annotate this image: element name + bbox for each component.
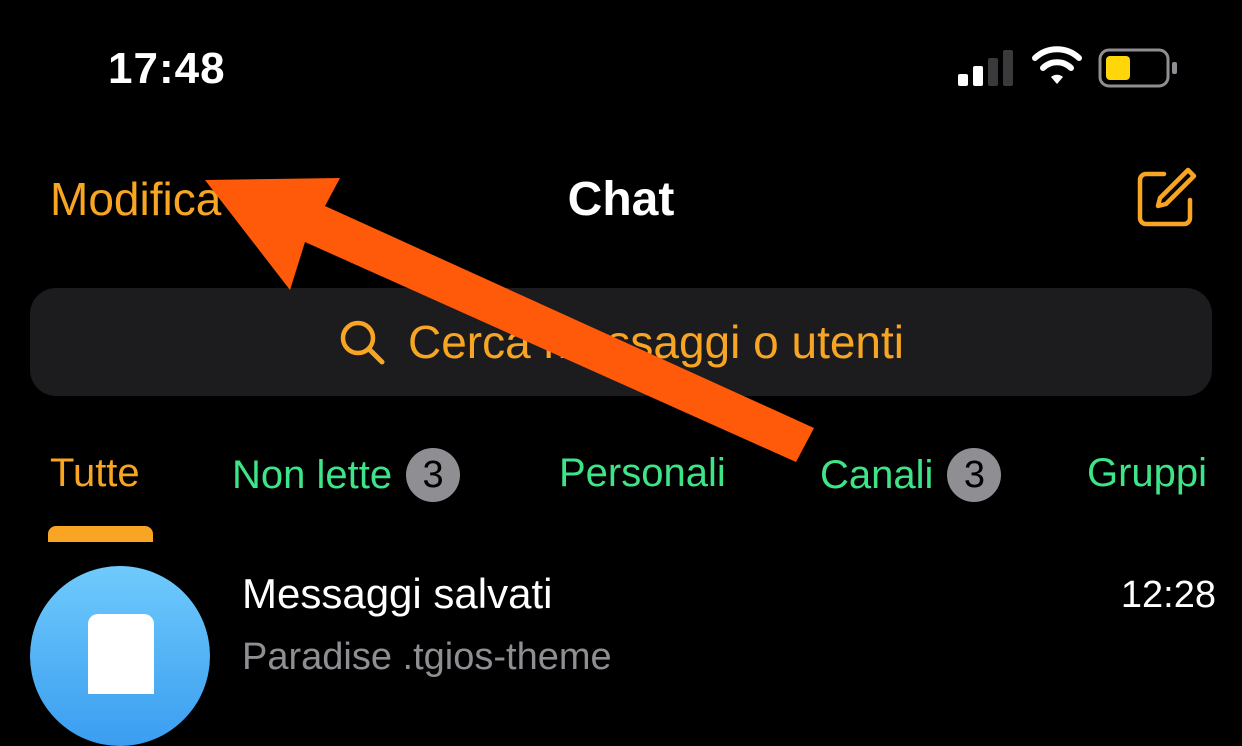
tab-personal[interactable]: Personali <box>559 448 726 498</box>
cellular-signal-icon <box>958 50 1013 86</box>
tab-channels[interactable]: Canali 3 <box>820 448 1002 502</box>
bookmark-icon <box>88 614 154 694</box>
tab-label: Canali <box>820 453 934 497</box>
chat-preview: Paradise .tgios-theme <box>242 636 612 678</box>
tab-label: Gruppi <box>1087 451 1208 495</box>
chat-name: Messaggi salvati <box>242 570 553 617</box>
search-icon <box>340 320 385 365</box>
unread-count-badge: 3 <box>947 448 1002 502</box>
status-time: 17:48 <box>108 44 226 93</box>
chat-time: 12:28 <box>1120 574 1216 616</box>
tab-groups[interactable]: Gruppi <box>1087 448 1207 498</box>
tab-label: Tutte <box>50 451 140 495</box>
page-title: Chat <box>567 173 675 226</box>
battery-icon <box>1098 48 1177 88</box>
tab-label: Non lette <box>232 453 393 497</box>
search-bar[interactable]: Cerca messaggi o utenti <box>30 288 1212 396</box>
tab-label: Personali <box>559 451 726 495</box>
wifi-icon <box>1032 46 1082 84</box>
search-placeholder: Cerca messaggi o utenti <box>407 316 905 368</box>
active-tab-indicator <box>48 526 153 542</box>
tab-all[interactable]: Tutte <box>50 448 140 498</box>
tab-unread[interactable]: Non lette 3 <box>232 448 461 502</box>
unread-count-badge: 3 <box>406 448 461 502</box>
compose-icon[interactable] <box>1134 166 1198 230</box>
